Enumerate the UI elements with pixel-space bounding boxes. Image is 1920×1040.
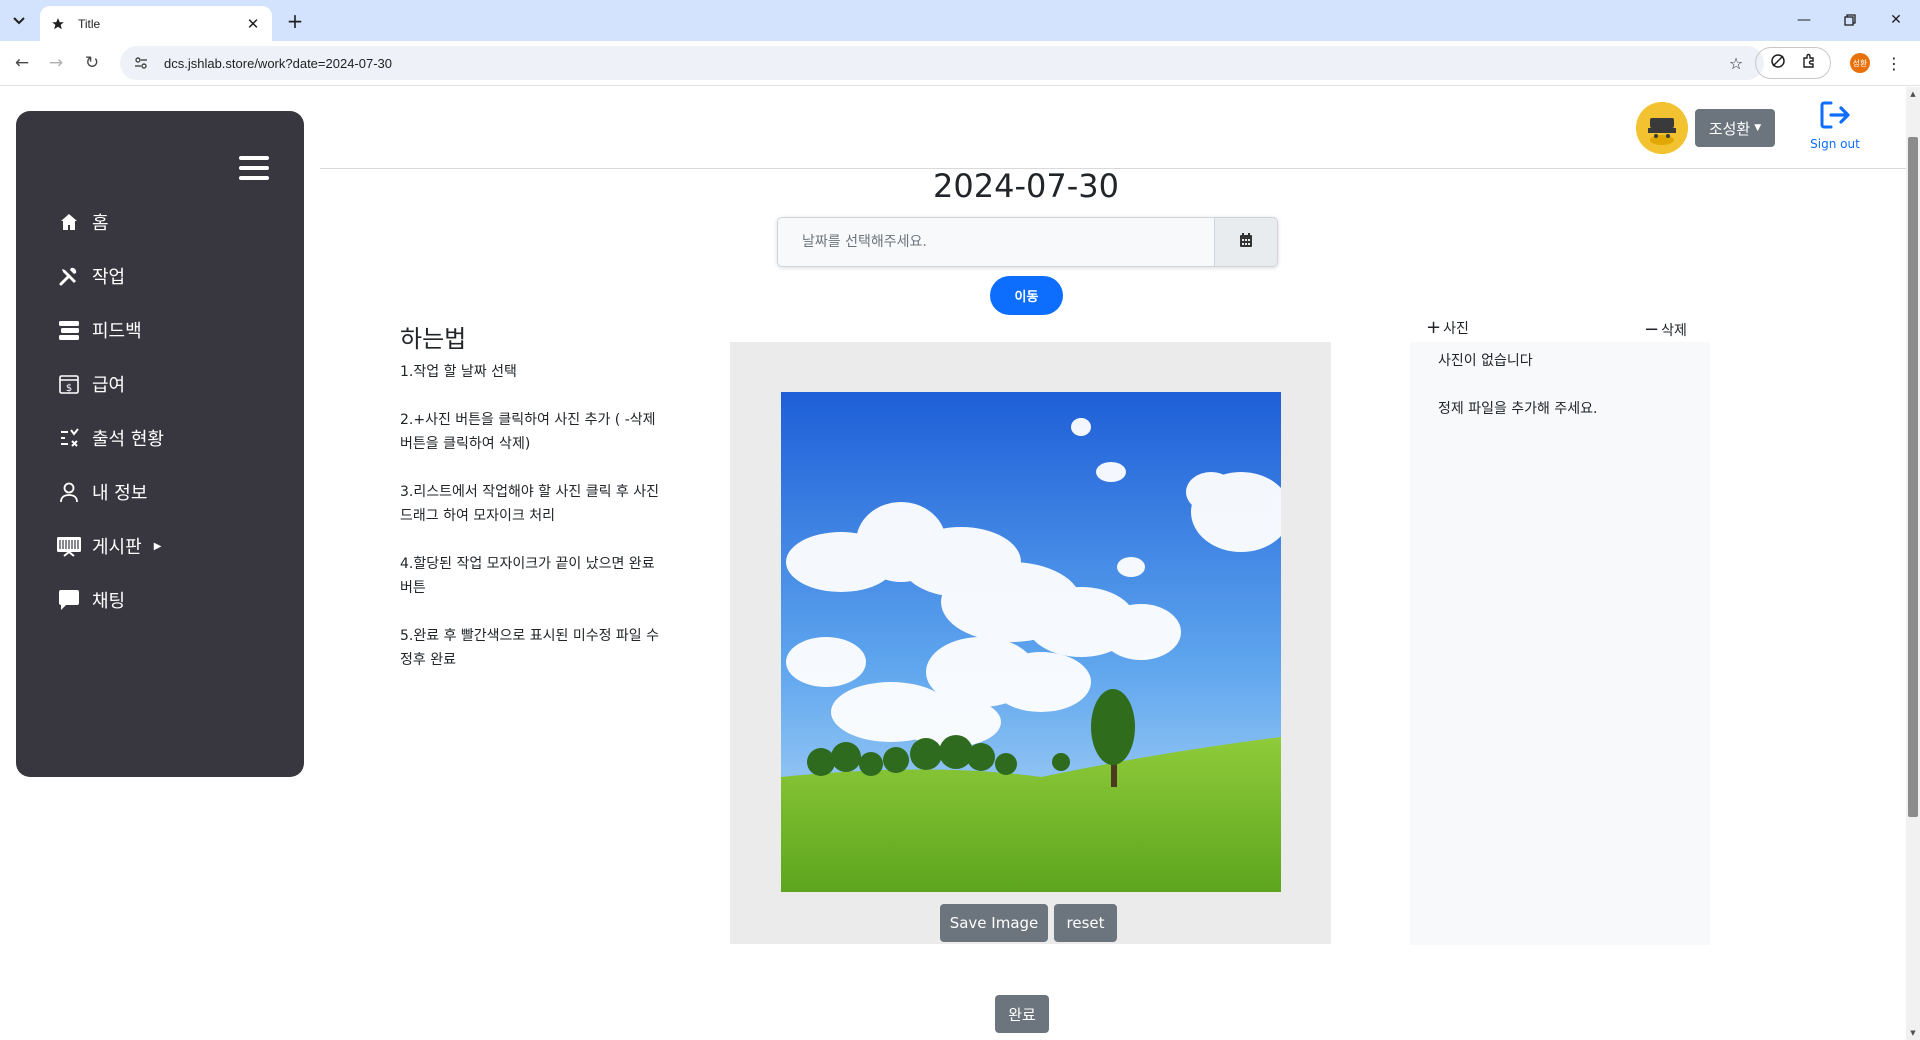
delete-photo-button[interactable]: − 삭제 bbox=[1644, 319, 1687, 340]
site-info-icon[interactable] bbox=[130, 52, 152, 74]
page-viewport: 홈 작업 피드백 $ 급여 출석 현황 내 정보 게시판 ▶ 채팅 조성환 ▼ … bbox=[0, 87, 1906, 1040]
caret-down-icon: ▼ bbox=[1754, 123, 1762, 133]
sidebar-item-my-info[interactable]: 내 정보 bbox=[56, 465, 296, 519]
photo-toolbar: + 사진 − 삭제 bbox=[1410, 311, 1710, 343]
photo-list: 사진이 없습니다 정제 파일을 추가해 주세요. bbox=[1410, 342, 1710, 945]
sidebar-item-attendance[interactable]: 출석 현황 bbox=[56, 411, 296, 465]
sidebar-item-label: 홈 bbox=[92, 213, 109, 234]
profile-avatar-icon[interactable]: 성환 bbox=[1850, 53, 1870, 73]
instruction-step: 4.할당된 작업 모자이크가 끝이 났으면 완료 버튼 bbox=[400, 556, 655, 596]
instructions-panel: 하는법 1.작업 할 날짜 선택 2.+사진 버튼을 클릭하여 사진 추가 ( … bbox=[400, 319, 660, 696]
page-title: 2024-07-30 bbox=[933, 167, 1119, 205]
page-scrollbar[interactable]: ▲ ▼ bbox=[1906, 87, 1920, 1040]
bookmark-star-icon[interactable]: ☆ bbox=[1724, 51, 1748, 75]
add-photo-button[interactable]: + 사진 bbox=[1426, 317, 1469, 338]
delete-photo-label: 삭제 bbox=[1661, 322, 1687, 339]
plus-icon: + bbox=[1426, 317, 1442, 338]
instruction-step: 1.작업 할 날짜 선택 bbox=[400, 364, 517, 380]
minimize-icon[interactable]: — bbox=[1782, 6, 1826, 34]
sidebar-item-work[interactable]: 작업 bbox=[56, 249, 296, 303]
home-icon bbox=[56, 209, 82, 235]
browser-menu-icon[interactable]: ⋮ bbox=[1882, 51, 1906, 75]
add-photo-label: 사진 bbox=[1443, 320, 1469, 337]
sidebar-item-salary[interactable]: $ 급여 bbox=[56, 357, 296, 411]
receipt-dollar-icon: $ bbox=[56, 371, 82, 397]
extension-icon[interactable] bbox=[1770, 53, 1786, 73]
close-window-icon[interactable]: ✕ bbox=[1874, 6, 1918, 34]
sidebar-item-board[interactable]: 게시판 ▶ bbox=[56, 519, 296, 573]
date-picker bbox=[777, 217, 1278, 267]
browser-tab-strip: Title ✕ + — ✕ bbox=[0, 0, 1920, 41]
image-editor: Save Image reset bbox=[730, 342, 1331, 944]
tab-title: Title bbox=[78, 16, 101, 31]
puzzle-extensions-icon[interactable] bbox=[1801, 53, 1817, 73]
sidebar-item-label: 게시판 bbox=[92, 537, 142, 558]
forward-icon[interactable]: → bbox=[42, 49, 70, 77]
chat-icon bbox=[56, 587, 82, 613]
minus-icon: − bbox=[1644, 319, 1660, 340]
sidebar-item-label: 채팅 bbox=[92, 591, 126, 612]
hint-message: 정제 파일을 추가해 주세요. bbox=[1438, 401, 1598, 417]
scroll-down-icon[interactable]: ▼ bbox=[1906, 1026, 1920, 1040]
extensions-group bbox=[1755, 47, 1831, 79]
scroll-up-icon[interactable]: ▲ bbox=[1906, 87, 1920, 101]
sidebar-item-label: 출석 현황 bbox=[92, 429, 164, 450]
sidebar-item-feedback[interactable]: 피드백 bbox=[56, 303, 296, 357]
sidebar-item-label: 급여 bbox=[92, 375, 126, 396]
sidebar-item-label: 피드백 bbox=[92, 321, 142, 342]
sidebar: 홈 작업 피드백 $ 급여 출석 현황 내 정보 게시판 ▶ 채팅 bbox=[16, 111, 304, 777]
hamburger-menu-icon[interactable] bbox=[239, 156, 269, 180]
sidebar-item-label: 내 정보 bbox=[92, 483, 148, 504]
tab-search-chevron-icon[interactable] bbox=[6, 8, 32, 34]
stack-icon bbox=[56, 317, 82, 343]
instruction-step: 2.+사진 버튼을 클릭하여 사진 추가 ( -삭제 버튼을 클릭하여 삭제) bbox=[400, 412, 656, 452]
sidebar-item-label: 작업 bbox=[92, 267, 126, 288]
signout-icon bbox=[1818, 101, 1852, 135]
sidebar-item-home[interactable]: 홈 bbox=[56, 195, 296, 249]
browser-toolbar: ← → ↻ dcs.jshlab.store/work?date=2024-07… bbox=[0, 41, 1920, 86]
address-bar[interactable]: dcs.jshlab.store/work?date=2024-07-30 ☆ bbox=[120, 46, 1764, 80]
board-icon bbox=[56, 533, 82, 559]
restore-icon[interactable] bbox=[1828, 6, 1872, 34]
star-favicon-icon bbox=[50, 16, 66, 32]
checklist-icon bbox=[56, 425, 82, 451]
instruction-step: 3.리스트에서 작업해야 할 사진 클릭 후 사진 드래그 하여 모자이크 처리 bbox=[400, 484, 660, 524]
person-icon bbox=[56, 479, 82, 505]
date-input[interactable] bbox=[777, 217, 1214, 267]
calendar-icon bbox=[1239, 232, 1253, 252]
sidebar-nav: 홈 작업 피드백 $ 급여 출석 현황 내 정보 게시판 ▶ 채팅 bbox=[56, 195, 296, 627]
instructions-title: 하는법 bbox=[400, 325, 467, 353]
save-image-button[interactable]: Save Image bbox=[940, 904, 1048, 942]
go-button[interactable]: 이동 bbox=[990, 276, 1063, 315]
tab-close-icon[interactable]: ✕ bbox=[244, 15, 262, 33]
signout-button[interactable]: Sign out bbox=[1805, 99, 1865, 155]
user-menu-dropdown[interactable]: 조성환 ▼ bbox=[1695, 109, 1775, 147]
landscape-image bbox=[781, 392, 1281, 892]
svg-text:$: $ bbox=[66, 383, 72, 394]
reload-icon[interactable]: ↻ bbox=[78, 49, 106, 77]
avatar[interactable] bbox=[1636, 102, 1688, 154]
tools-icon bbox=[56, 263, 82, 289]
reset-button[interactable]: reset bbox=[1054, 904, 1117, 942]
signout-label: Sign out bbox=[1810, 137, 1860, 151]
instruction-step: 5.완료 후 빨간색으로 표시된 미수정 파일 수정후 완료 bbox=[400, 628, 660, 668]
empty-message: 사진이 없습니다 bbox=[1438, 353, 1533, 369]
caret-right-icon: ▶ bbox=[153, 540, 162, 552]
new-tab-icon[interactable]: + bbox=[282, 8, 308, 34]
browser-tab[interactable]: Title ✕ bbox=[40, 6, 272, 41]
back-icon[interactable]: ← bbox=[8, 49, 36, 77]
url-text: dcs.jshlab.store/work?date=2024-07-30 bbox=[164, 55, 393, 71]
user-name: 조성환 bbox=[1708, 119, 1751, 138]
sidebar-item-chat[interactable]: 채팅 bbox=[56, 573, 296, 627]
mosaic-canvas[interactable] bbox=[781, 392, 1281, 892]
scroll-thumb[interactable] bbox=[1908, 137, 1918, 817]
done-button[interactable]: 완료 bbox=[995, 995, 1049, 1033]
calendar-button[interactable] bbox=[1214, 217, 1278, 267]
